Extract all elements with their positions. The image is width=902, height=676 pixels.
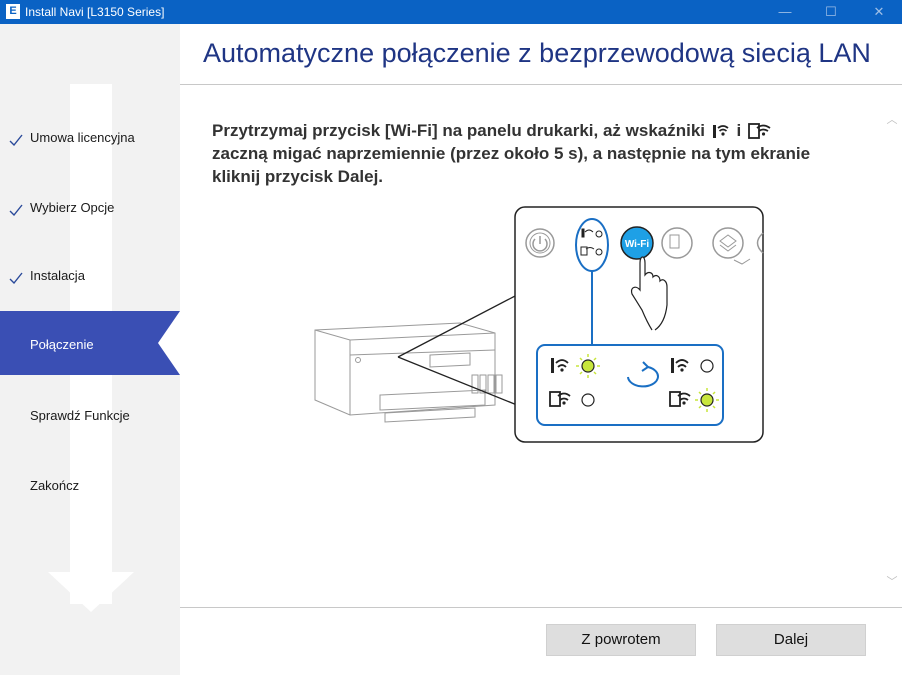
copy-button-icon xyxy=(712,227,744,259)
wifi-direct-button-icon xyxy=(661,227,693,259)
active-step-notch xyxy=(158,311,180,375)
maximize-button[interactable]: ☐ xyxy=(808,0,854,24)
led-blinking-icon xyxy=(581,359,595,373)
scroll-down-icon[interactable]: ﹀ xyxy=(886,573,898,588)
wifi-button-label: Wi-Fi xyxy=(625,239,650,250)
step-installation: Instalacja xyxy=(0,242,180,306)
back-button[interactable]: Z powrotem xyxy=(546,624,696,656)
instruction-conj: i xyxy=(736,121,742,140)
app-icon: E xyxy=(6,4,20,19)
progress-arrow-head xyxy=(48,572,134,612)
step-label: Sprawdź Funkcje xyxy=(30,408,130,423)
sidebar: Umowa licencyjna Wybierz Opcje Instalacj… xyxy=(0,24,180,675)
footer: Z powrotem Dalej xyxy=(180,607,902,676)
minimize-button[interactable]: — xyxy=(762,0,808,24)
page-header: Automatyczne połączenie z bezprzewodową … xyxy=(180,24,902,85)
printer-illustration: Wi-Fi xyxy=(314,206,764,443)
step-finish: Zakończ xyxy=(0,452,180,516)
wifi-direct-indicator-icon xyxy=(748,123,771,139)
step-license: Umowa licencyjna xyxy=(0,104,180,168)
close-button[interactable]: ✕ xyxy=(856,0,902,24)
step-label: Połączenie xyxy=(30,337,94,352)
step-label: Zakończ xyxy=(30,478,80,493)
main-content: Przytrzymaj przycisk [Wi-Fi] na panelu d… xyxy=(180,85,882,607)
indicator-detail-box xyxy=(536,344,724,426)
check-icon xyxy=(9,272,23,284)
window-title: Install Navi [L3150 Series] xyxy=(25,5,165,19)
step-check-functions: Sprawdź Funkcje xyxy=(0,382,180,446)
instruction-part2: zaczną migać naprzemiennie (przez około … xyxy=(212,144,811,186)
page-title: Automatyczne połączenie z bezprzewodową … xyxy=(203,38,871,68)
led-blinking-icon xyxy=(700,393,714,407)
step-label: Wybierz Opcje xyxy=(30,200,115,215)
next-button[interactable]: Dalej xyxy=(716,624,866,656)
instruction-text: Przytrzymaj przycisk [Wi-Fi] na panelu d… xyxy=(212,119,832,188)
led-off-icon xyxy=(700,359,714,373)
check-icon xyxy=(9,204,23,216)
vertical-scrollbar[interactable]: ︿ ﹀ xyxy=(882,85,902,607)
led-off-icon xyxy=(581,393,595,407)
step-options: Wybierz Opcje xyxy=(0,174,180,238)
step-label: Umowa licencyjna xyxy=(30,130,135,145)
printer-drawing xyxy=(314,322,503,423)
title-bar: E Install Navi [L3150 Series] — ☐ ✕ xyxy=(0,0,902,24)
instruction-part1: Przytrzymaj przycisk [Wi-Fi] na panelu d… xyxy=(212,121,706,140)
step-label: Instalacja xyxy=(30,268,85,283)
step-connection: Połączenie xyxy=(0,311,180,375)
scroll-up-icon[interactable]: ︿ xyxy=(886,111,898,126)
wifi-indicator-icon xyxy=(712,125,729,138)
check-icon xyxy=(9,134,23,146)
